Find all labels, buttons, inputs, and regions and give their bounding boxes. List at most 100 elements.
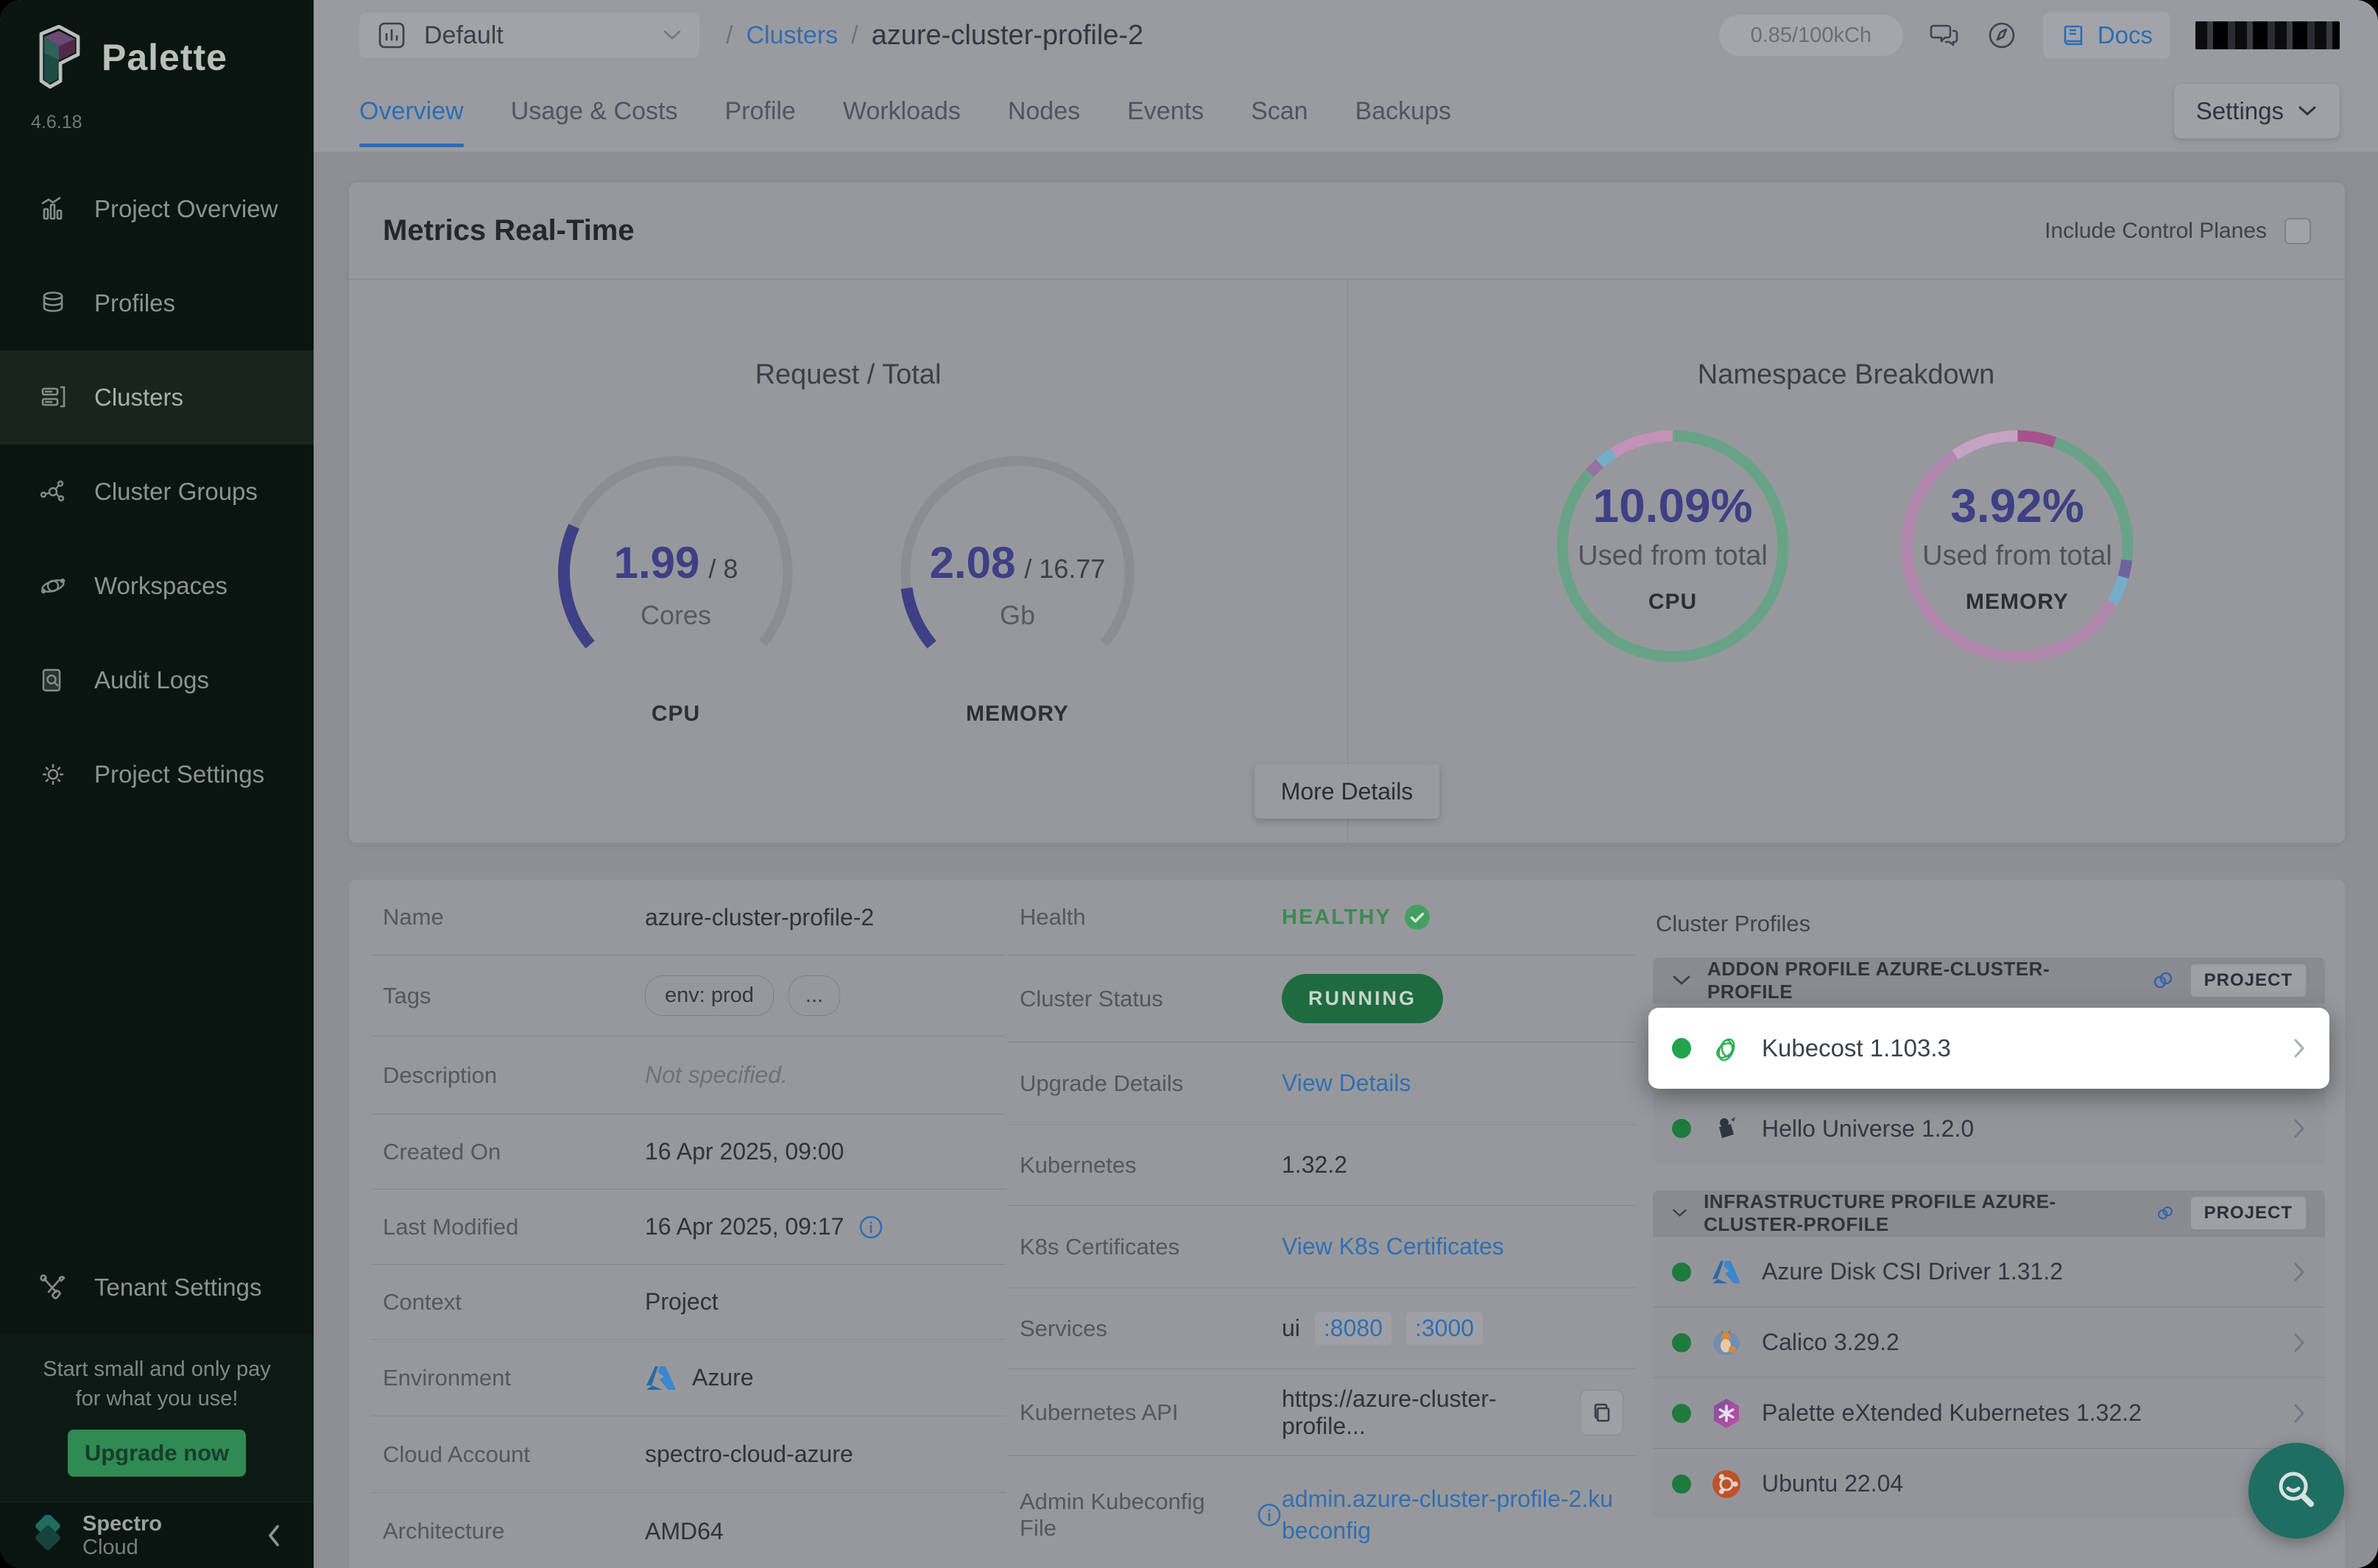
sidebar-item-tenant-settings[interactable]: Tenant Settings bbox=[0, 1240, 314, 1335]
network-icon bbox=[38, 477, 68, 506]
kubeconfig-download-link[interactable]: admin.azure-cluster-profile-2.kubeconfig bbox=[1282, 1483, 1623, 1547]
include-control-planes-label: Include Control Planes bbox=[2044, 219, 2267, 244]
kubernetes-api-url: https://azure-cluster-profile... bbox=[1282, 1385, 1565, 1440]
sidebar-tenant: Tenant Settings bbox=[0, 1240, 314, 1335]
tag-overflow[interactable]: ... bbox=[788, 975, 840, 1016]
more-details-button[interactable]: More Details bbox=[1255, 764, 1440, 819]
sidebar-item-label: Cluster Groups bbox=[94, 478, 258, 506]
tab-overview[interactable]: Overview bbox=[359, 71, 464, 152]
collapse-sidebar-icon[interactable] bbox=[264, 1521, 284, 1550]
tab-workloads[interactable]: Workloads bbox=[843, 71, 961, 152]
sidebar-item-project-settings[interactable]: Project Settings bbox=[0, 727, 314, 822]
profile-item-azure-disk-csi[interactable]: Azure Disk CSI Driver 1.31.2 bbox=[1653, 1236, 2325, 1307]
palette-app-window: Palette 4.6.18 Project Overview Profiles bbox=[0, 0, 2378, 1568]
memory-gauge-label: MEMORY bbox=[892, 702, 1143, 727]
tab-events[interactable]: Events bbox=[1127, 71, 1204, 152]
server-icon bbox=[38, 383, 68, 412]
profile-item-name: Hello Universe 1.2.0 bbox=[1762, 1115, 1974, 1143]
info-icon[interactable] bbox=[858, 1215, 883, 1240]
view-details-link[interactable]: View Details bbox=[1282, 1070, 1411, 1097]
upgrade-now-button[interactable]: Upgrade now bbox=[68, 1430, 246, 1477]
include-control-planes: Include Control Planes bbox=[2044, 218, 2311, 244]
cpu-total-value: / 8 bbox=[708, 554, 738, 585]
detail-value: Azure bbox=[692, 1364, 754, 1391]
service-port-8080-link[interactable]: :8080 bbox=[1315, 1312, 1391, 1345]
profile-item-hello-universe[interactable]: Hello Universe 1.2.0 bbox=[1653, 1093, 2325, 1164]
cpu-donut-label: CPU bbox=[1648, 590, 1697, 615]
cpu-unit: Cores bbox=[641, 600, 711, 631]
detail-label: Created On bbox=[383, 1139, 645, 1165]
upgrade-promo: Start small and only pay for what you us… bbox=[0, 1334, 314, 1502]
profile-item-name: Calico 3.29.2 bbox=[1762, 1329, 1899, 1356]
sidebar-item-profiles[interactable]: Profiles bbox=[0, 256, 314, 350]
service-port-3000-link[interactable]: :3000 bbox=[1406, 1312, 1483, 1345]
cluster-details-card: Name azure-cluster-profile-2 Tags env: p… bbox=[349, 880, 2345, 1568]
status-dot bbox=[1672, 1404, 1691, 1423]
infrastructure-profile-header[interactable]: INFRASTRUCTURE PROFILE AZURE-CLUSTER-PRO… bbox=[1653, 1190, 2325, 1236]
app-version: 4.6.18 bbox=[31, 112, 82, 133]
sidebar-item-label: Workspaces bbox=[94, 572, 227, 600]
spectro-cloud-wordmark: Spectro Cloud bbox=[82, 1512, 162, 1559]
promo-text-line2: for what you use! bbox=[0, 1384, 314, 1413]
addon-profile-title: ADDON PROFILE AZURE-CLUSTER-PROFILE bbox=[1707, 958, 2135, 1003]
detail-label: Context bbox=[383, 1289, 645, 1316]
chevron-right-icon bbox=[2293, 1037, 2306, 1059]
include-control-planes-checkbox[interactable] bbox=[2284, 218, 2311, 244]
link-icon bbox=[2156, 1201, 2175, 1225]
view-k8s-certificates-link[interactable]: View K8s Certificates bbox=[1282, 1233, 1504, 1260]
addon-profile-header[interactable]: ADDON PROFILE AZURE-CLUSTER-PROFILE PROJ… bbox=[1653, 958, 2325, 1003]
donut-readout: 10.09% Used from total CPU bbox=[1548, 421, 1798, 671]
project-scope-badge: PROJECT bbox=[2191, 964, 2306, 997]
support-search-fab[interactable] bbox=[2248, 1443, 2344, 1539]
copy-icon bbox=[1590, 1401, 1614, 1424]
detail-label: Cluster Status bbox=[1020, 986, 1282, 1012]
profile-item-kubecost[interactable]: Kubecost 1.103.3 bbox=[1648, 1008, 2329, 1089]
detail-label: Health bbox=[1020, 904, 1282, 930]
metrics-realtime-card: Metrics Real-Time Include Control Planes… bbox=[349, 183, 2345, 843]
sidebar-item-project-overview[interactable]: Project Overview bbox=[0, 162, 314, 256]
metrics-header: Metrics Real-Time Include Control Planes bbox=[349, 183, 2345, 280]
tab-nodes[interactable]: Nodes bbox=[1008, 71, 1080, 152]
compass-icon[interactable] bbox=[1986, 19, 2018, 52]
calico-icon bbox=[1710, 1327, 1743, 1359]
settings-button[interactable]: Settings bbox=[2174, 84, 2340, 138]
donut-readout: 3.92% Used from total MEMORY bbox=[1892, 421, 2142, 671]
breadcrumb-clusters-link[interactable]: Clusters bbox=[746, 21, 838, 50]
chevron-right-icon bbox=[2293, 1332, 2306, 1354]
user-name-redacted bbox=[2195, 21, 2340, 49]
profile-item-ubuntu[interactable]: Ubuntu 22.04 bbox=[1653, 1448, 2325, 1519]
sidebar-item-label: Profiles bbox=[94, 289, 175, 317]
detail-row-architecture: Architecture AMD64 bbox=[371, 1493, 1006, 1568]
info-icon[interactable] bbox=[1257, 1502, 1282, 1528]
tab-usage-costs[interactable]: Usage & Costs bbox=[511, 71, 678, 152]
detail-value: azure-cluster-profile-2 bbox=[645, 904, 874, 931]
breadcrumb-current: azure-cluster-profile-2 bbox=[872, 20, 1144, 52]
detail-row-context: Context Project bbox=[371, 1265, 1006, 1340]
profile-item-calico[interactable]: Calico 3.29.2 bbox=[1653, 1307, 2325, 1377]
ubuntu-icon bbox=[1710, 1468, 1743, 1500]
project-scope-dropdown[interactable]: Default bbox=[359, 13, 699, 58]
detail-row-description: Description Not specified. bbox=[371, 1036, 1006, 1115]
breadcrumb: / Clusters / azure-cluster-profile-2 bbox=[726, 20, 1143, 52]
memory-namespace-donut: 3.92% Used from total MEMORY bbox=[1892, 421, 2142, 671]
audit-icon bbox=[38, 665, 68, 695]
detail-row-cloud-account: Cloud Account spectro-cloud-azure bbox=[371, 1416, 1006, 1493]
detail-row-upgrade-details: Upgrade Details View Details bbox=[1008, 1042, 1635, 1125]
detail-row-last-modified: Last Modified 16 Apr 2025, 09:17 bbox=[371, 1190, 1006, 1265]
copy-button[interactable] bbox=[1580, 1390, 1623, 1435]
running-status-badge: RUNNING bbox=[1282, 974, 1443, 1023]
sidebar-item-workspaces[interactable]: Workspaces bbox=[0, 539, 314, 633]
tab-backups[interactable]: Backups bbox=[1355, 71, 1451, 152]
tab-profile[interactable]: Profile bbox=[724, 71, 795, 152]
chat-icon[interactable] bbox=[1928, 19, 1961, 52]
azure-icon bbox=[1711, 1258, 1742, 1286]
detail-label: Admin Kubeconfig File bbox=[1020, 1488, 1245, 1541]
tab-scan[interactable]: Scan bbox=[1251, 71, 1308, 152]
profile-item-pxk[interactable]: Palette eXtended Kubernetes 1.32.2 bbox=[1653, 1377, 2325, 1448]
tag-env-prod[interactable]: env: prod bbox=[645, 975, 774, 1016]
detail-label: Environment bbox=[383, 1365, 645, 1391]
sidebar-item-audit-logs[interactable]: Audit Logs bbox=[0, 633, 314, 727]
sidebar-item-clusters[interactable]: Clusters bbox=[0, 350, 314, 445]
sidebar-item-cluster-groups[interactable]: Cluster Groups bbox=[0, 445, 314, 539]
docs-button[interactable]: Docs bbox=[2043, 12, 2170, 59]
